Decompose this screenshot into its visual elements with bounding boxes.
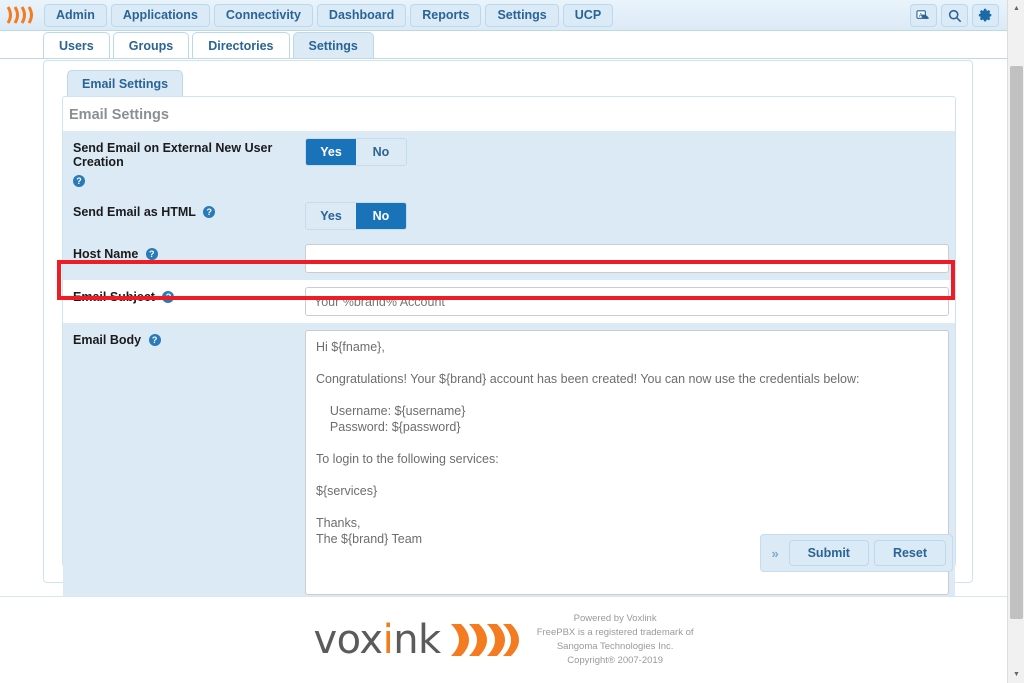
scroll-up-arrow-icon[interactable]: ▲ [1008,0,1024,17]
field-host-name [301,237,955,280]
voxlink-waves-logo-icon [450,624,519,656]
label-email-body: Email Body ? [63,323,301,602]
field-send-email-html: Yes No [301,195,955,237]
row-email-subject: Email Subject ? [63,280,955,323]
scroll-down-arrow-icon[interactable]: ▼ [1008,666,1024,683]
help-icon[interactable]: ? [162,291,175,303]
search-icon[interactable] [941,4,968,27]
email-subject-input[interactable] [305,287,949,316]
email-settings-form: Send Email on External New User Creation… [63,131,955,602]
voxlink-logo: voxink [313,617,522,663]
page-footer: voxink Powered by Voxlink FreePBX is a r… [0,597,1007,683]
label-text: Email Body [73,333,142,347]
scrollbar-thumb[interactable] [1010,66,1023,619]
section-tab-bar: Users Groups Directories Settings [0,31,1007,59]
toggle-option-no[interactable]: No [356,203,406,229]
toggle-send-email-html[interactable]: Yes No [305,202,407,230]
voxlink-i-letter: i [382,617,394,663]
nav-item-applications[interactable]: Applications [110,3,210,27]
page-root: Admin Applications Connectivity Dashboar… [0,0,1024,683]
nav-item-ucp[interactable]: UCP [562,3,614,27]
footer-line-3: Sangoma Technologies Inc. [556,641,674,652]
email-settings-panel: Email Settings Send Email on External Ne… [62,96,956,602]
footer-line-4: Copyright® 2007-2019 [567,654,663,666]
form-actions: » Submit Reset [759,534,953,572]
nav-item-settings[interactable]: Settings [485,3,559,27]
browser-scrollbar[interactable]: ▲ ▼ [1007,0,1024,683]
tab-email-settings[interactable]: Email Settings [67,70,184,96]
language-icon[interactable]: A [910,4,937,27]
nav-item-connectivity[interactable]: Connectivity [213,3,313,27]
inner-tab-bar: Email Settings [67,70,184,96]
nav-item-admin[interactable]: Admin [44,3,107,27]
toggle-option-no[interactable]: No [356,139,406,165]
label-text: Host Name [73,247,139,261]
top-nav-right-icons: A [910,4,999,27]
label-text: Send Email on External New User Creation [73,141,273,169]
footer-line-2: FreePBX is a registered trademark of [536,627,694,639]
tab-settings[interactable]: Settings [292,32,374,58]
expand-chevron-icon[interactable]: » [767,546,784,561]
page-title: Email Settings [69,107,169,123]
help-icon[interactable]: ? [203,206,216,218]
tab-groups[interactable]: Groups [112,32,190,58]
footer-copyright-text: Powered by Voxlink FreePBX is a register… [537,612,694,667]
top-nav-items: Admin Applications Connectivity Dashboar… [44,3,614,27]
footer-line-1: Powered by Voxlink [573,613,657,625]
toggle-option-yes[interactable]: Yes [306,203,356,229]
gear-icon[interactable] [972,4,999,27]
row-send-email-external: Send Email on External New User Creation… [63,131,955,195]
label-send-email-external: Send Email on External New User Creation… [63,131,301,195]
voxlink-wordmark: voxink [313,617,441,663]
nav-item-dashboard[interactable]: Dashboard [316,3,407,27]
tab-directories[interactable]: Directories [192,32,290,58]
reset-button[interactable]: Reset [873,540,946,566]
label-email-subject: Email Subject ? [63,280,301,323]
field-email-subject [301,280,955,323]
content-panel: Email Settings Email Settings Send Email… [43,60,973,602]
help-icon[interactable]: ? [148,334,161,346]
label-send-email-html: Send Email as HTML ? [63,195,301,237]
help-icon[interactable]: ? [145,248,158,260]
toggle-option-yes[interactable]: Yes [306,139,356,165]
label-host-name: Host Name ? [63,237,301,280]
field-send-email-external: Yes No [301,131,955,195]
top-navigation-bar: Admin Applications Connectivity Dashboar… [0,0,1007,31]
row-send-email-html: Send Email as HTML ? Yes No [63,195,955,237]
freepbx-waves-logo-icon [4,4,40,26]
row-host-name: Host Name ? [63,237,955,280]
host-name-input[interactable] [305,244,949,273]
tab-users[interactable]: Users [43,32,110,58]
toggle-send-email-external[interactable]: Yes No [305,138,407,166]
help-icon[interactable]: ? [73,175,85,187]
label-text: Send Email as HTML [73,205,196,219]
submit-button[interactable]: Submit [788,540,869,566]
nav-item-reports[interactable]: Reports [410,3,482,27]
label-text: Email Subject [73,290,155,304]
